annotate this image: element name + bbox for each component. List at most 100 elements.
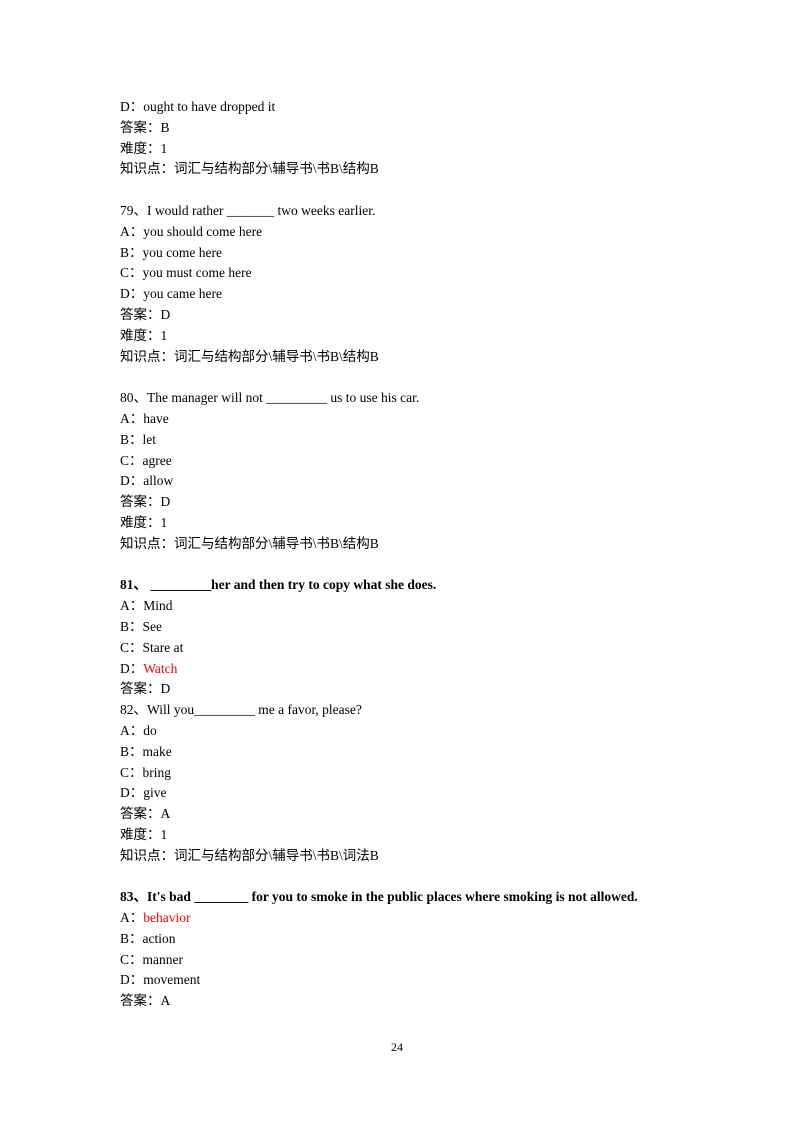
option-label: A： bbox=[120, 598, 144, 614]
option-text: let bbox=[142, 431, 157, 447]
answer-label: 答案： bbox=[120, 306, 161, 322]
answer-line: 答案：A bbox=[120, 991, 700, 1012]
topic-line: 知识点：词汇与结构部分\辅导书\书B\结构B bbox=[120, 159, 700, 180]
answer-value: D bbox=[160, 306, 171, 322]
option-label: A： bbox=[120, 722, 144, 738]
option-text-highlighted: behavior bbox=[143, 910, 191, 926]
question-number: 82、 bbox=[120, 702, 147, 718]
answer-blank: ________ bbox=[194, 889, 249, 905]
difficulty-label: 难度： bbox=[120, 327, 161, 343]
option-c: C：bring bbox=[120, 763, 700, 784]
option-text: have bbox=[143, 410, 169, 426]
option-b: B：you come here bbox=[120, 243, 700, 264]
question-stem: 79、I would rather _______ two weeks earl… bbox=[120, 201, 700, 222]
option-label: B： bbox=[120, 930, 143, 946]
difficulty-line: 难度：1 bbox=[120, 513, 700, 534]
option-label: A： bbox=[120, 910, 144, 926]
option-text: do bbox=[143, 722, 157, 738]
topic-label: 知识点： bbox=[120, 161, 174, 177]
option-c: C：you must come here bbox=[120, 263, 700, 284]
option-d: D：you came here bbox=[120, 284, 700, 305]
difficulty-value: 1 bbox=[160, 327, 168, 343]
option-label: A： bbox=[120, 223, 144, 239]
answer-blank: _______ bbox=[226, 202, 275, 218]
option-label: D： bbox=[120, 660, 144, 676]
option-label: D： bbox=[120, 286, 144, 302]
topic-value: 词汇与结构部分\辅导书\书B\结构B bbox=[174, 348, 379, 364]
answer-value: D bbox=[160, 494, 171, 510]
answer-blank: _________ bbox=[150, 577, 212, 593]
topic-line: 知识点：词汇与结构部分\辅导书\书B\词法B bbox=[120, 846, 700, 867]
option-text: ought to have dropped it bbox=[143, 99, 276, 114]
option-label: B： bbox=[120, 431, 143, 447]
option-label: D： bbox=[120, 972, 144, 988]
topic-label: 知识点： bbox=[120, 535, 174, 551]
difficulty-line: 难度：1 bbox=[120, 326, 700, 347]
question-number: 79、 bbox=[120, 202, 147, 218]
answer-line: 答案：D bbox=[120, 679, 700, 700]
answer-line: 答案：D bbox=[120, 492, 700, 513]
option-text: movement bbox=[143, 972, 201, 988]
difficulty-line: 难度：1 bbox=[120, 139, 700, 160]
question-stem: 82、Will you_________ me a favor, please? bbox=[120, 700, 700, 721]
option-text: Stare at bbox=[142, 639, 184, 655]
answer-value: B bbox=[160, 119, 170, 135]
question-number: 80、 bbox=[120, 390, 147, 406]
answer-label: 答案： bbox=[120, 806, 161, 822]
option-label: A： bbox=[120, 410, 144, 426]
option-label: B： bbox=[120, 244, 143, 260]
stem-text: two weeks earlier. bbox=[274, 202, 376, 218]
difficulty-value: 1 bbox=[160, 514, 168, 530]
difficulty-value: 1 bbox=[160, 140, 168, 156]
difficulty-label: 难度： bbox=[120, 140, 161, 156]
question-stem: 81、 _________her and then try to copy wh… bbox=[120, 575, 700, 596]
option-text: agree bbox=[142, 452, 172, 468]
question-stem: 83、It's bad ________ for you to smoke in… bbox=[120, 887, 700, 908]
option-label: B： bbox=[120, 618, 143, 634]
answer-label: 答案： bbox=[120, 494, 161, 510]
option-label: C： bbox=[120, 265, 143, 281]
stem-text: Will you bbox=[147, 702, 195, 718]
option-a: A：you should come here bbox=[120, 222, 700, 243]
option-a: A：behavior bbox=[120, 908, 700, 929]
answer-label: 答案： bbox=[120, 681, 161, 697]
option-a: A：do bbox=[120, 721, 700, 742]
answer-value: A bbox=[160, 993, 171, 1009]
document-page: D：ought to have dropped it 答案：B 难度：1 知识点… bbox=[120, 97, 700, 1012]
option-text: you came here bbox=[143, 286, 222, 302]
answer-line: 答案：D bbox=[120, 305, 700, 326]
question-number: 81、 bbox=[120, 577, 147, 593]
answer-blank: _________ bbox=[194, 702, 255, 718]
difficulty-line: 难度：1 bbox=[120, 825, 700, 846]
stem-text: for you to smoke in the public places wh… bbox=[248, 889, 638, 905]
option-a: A：Mind bbox=[120, 596, 700, 617]
stem-text: her and then try to copy what she does. bbox=[211, 577, 437, 593]
option-text: you must come here bbox=[142, 265, 252, 281]
difficulty-label: 难度： bbox=[120, 826, 161, 842]
option-d: D：give bbox=[120, 783, 700, 804]
question-83: 83、It's bad ________ for you to smoke in… bbox=[120, 887, 700, 1012]
option-text: See bbox=[142, 618, 163, 634]
option-text: Mind bbox=[143, 598, 173, 614]
option-d: D：Watch bbox=[120, 659, 700, 680]
topic-line: 知识点：词汇与结构部分\辅导书\书B\结构B bbox=[120, 534, 700, 555]
answer-label: 答案： bbox=[120, 993, 161, 1009]
page-number: 24 bbox=[391, 1040, 403, 1054]
answer-value: A bbox=[160, 806, 171, 822]
question-78-tail: D：ought to have dropped it 答案：B 难度：1 知识点… bbox=[120, 97, 700, 180]
option-text: make bbox=[142, 743, 172, 759]
option-label: D： bbox=[120, 785, 144, 801]
option-text: you should come here bbox=[143, 223, 263, 239]
topic-value: 词汇与结构部分\辅导书\书B\结构B bbox=[174, 535, 379, 551]
option-c: C：Stare at bbox=[120, 638, 700, 659]
answer-line: 答案：B bbox=[120, 118, 700, 139]
option-c: C：agree bbox=[120, 451, 700, 472]
option-d: D：ought to have dropped it bbox=[120, 97, 700, 118]
stem-text: The manager will not bbox=[147, 390, 267, 406]
question-stem: 80、The manager will not _________ us to … bbox=[120, 388, 700, 409]
option-label: C： bbox=[120, 452, 143, 468]
option-b: B：let bbox=[120, 430, 700, 451]
